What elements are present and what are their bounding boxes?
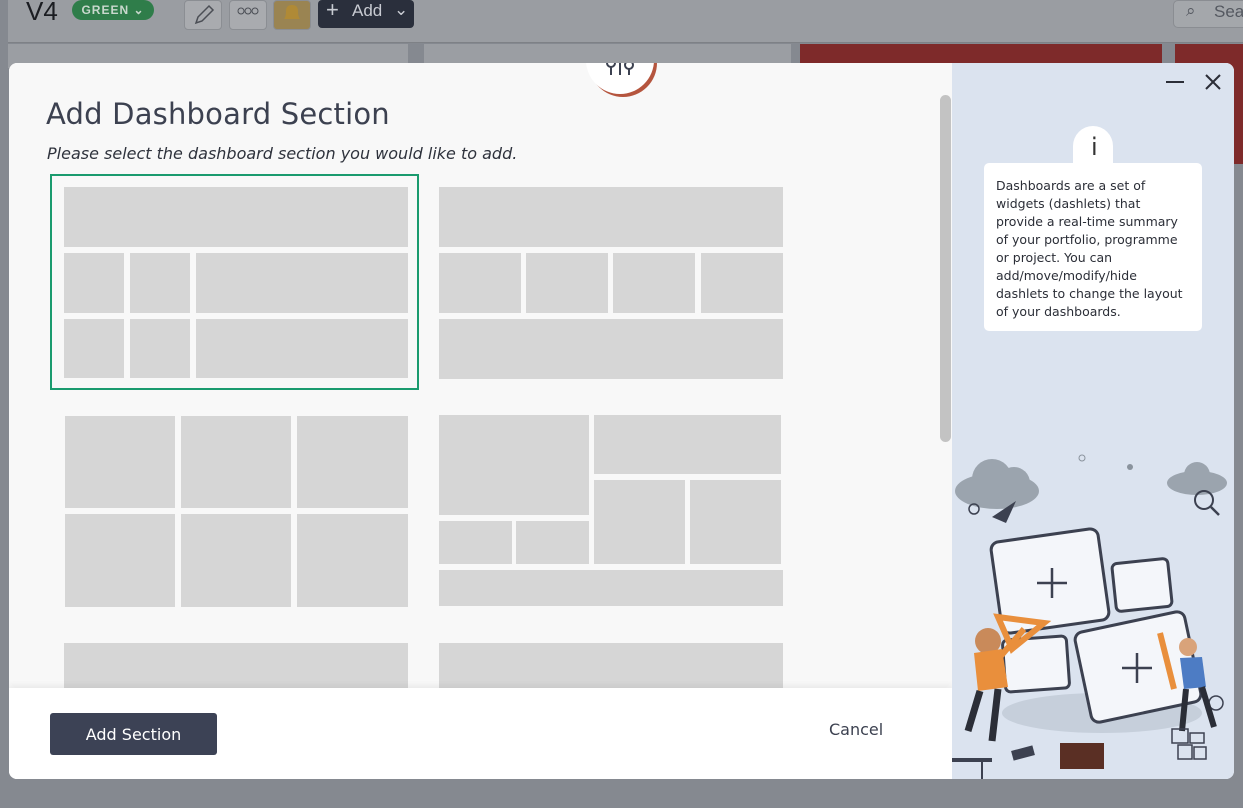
modal-main: Add Dashboard Section Please select the … [9,63,952,779]
layout-block [64,253,124,313]
plus-icon: + [326,0,339,22]
scrollbar-thumb[interactable] [940,95,951,442]
bell-icon [284,5,300,19]
minimize-icon [1166,81,1184,83]
layout-option-4[interactable] [439,415,783,606]
layout-option-2[interactable] [439,187,784,379]
sliders-icon [606,63,634,75]
search-icon: ⌕ [1186,1,1196,20]
dashboard-illustration-icon [952,454,1227,779]
layout-block [613,253,695,313]
layout-block [439,319,783,379]
modal-title: Add Dashboard Section [46,97,390,131]
add-menu-button: + Add ⌄ [318,0,414,28]
layout-block [526,253,608,313]
search-box: ⌕ Sea [1173,0,1243,28]
add-section-button[interactable]: Add Section [50,713,217,755]
layout-option-1[interactable] [50,174,419,390]
layout-block [130,319,190,378]
layout-block [439,643,783,688]
layout-block [196,253,408,313]
layout-block [64,319,124,378]
layout-block [594,415,781,474]
edit-button [184,0,222,30]
layout-block [297,416,408,508]
layout-block [297,514,408,607]
layout-block [65,416,175,508]
close-button[interactable] [1202,71,1224,93]
add-section-modal: Add Dashboard Section Please select the … [9,63,1234,779]
layout-block [65,514,175,607]
info-panel: i Dashboards are a set of widgets (dashl… [952,63,1234,779]
more-button [229,0,267,30]
layout-block [130,253,190,313]
pencil-icon [194,4,215,25]
layout-block [690,480,781,564]
layout-option-6[interactable] [439,643,783,688]
modal-subtitle: Please select the dashboard section you … [47,144,518,163]
layout-block [439,253,521,313]
layout-block [439,187,783,247]
layout-block [64,187,408,247]
layout-option-5[interactable] [64,643,408,688]
info-icon: i [1091,133,1098,161]
layout-block [181,514,291,607]
notification-button [273,0,311,30]
minimize-button[interactable] [1164,71,1186,93]
modal-footer: Add Section Cancel [9,688,952,779]
search-placeholder: Sea [1214,2,1243,21]
layout-block [196,319,408,378]
more-icon [237,7,259,15]
layout-block [439,570,783,606]
layout-option-3[interactable] [65,416,408,607]
cancel-button[interactable]: Cancel [829,720,883,739]
app-title: V4 [26,0,58,26]
layout-block [181,416,291,508]
status-badge: GREEN ⌄ [72,0,154,20]
chevron-down-icon: ⌄ [394,0,409,19]
layout-block [439,415,589,515]
close-icon [1205,74,1221,90]
layout-options [9,173,952,688]
layout-block [64,643,408,688]
layout-block [516,521,589,564]
info-text: Dashboards are a set of widgets (dashlet… [984,163,1202,331]
layout-block [439,521,512,564]
layout-block [701,253,783,313]
layout-block [594,480,685,564]
add-label: Add [352,1,383,20]
